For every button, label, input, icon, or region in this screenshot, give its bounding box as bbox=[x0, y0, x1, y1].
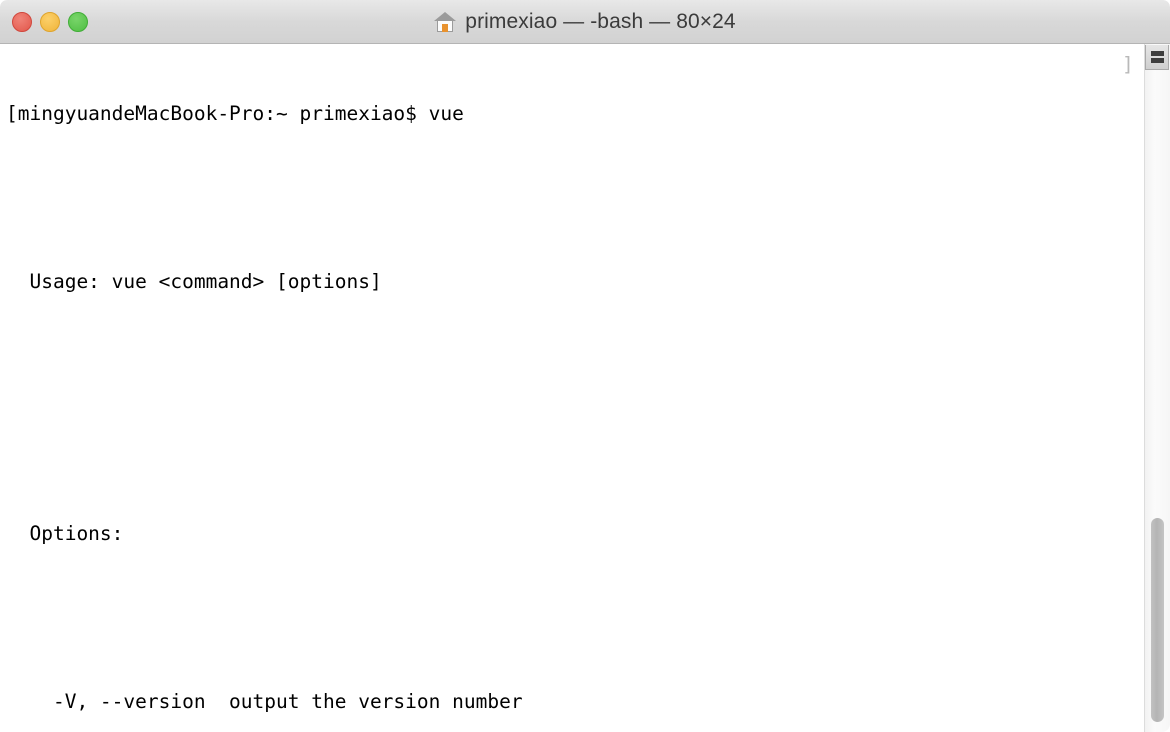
window-title-bar[interactable]: primexiao — -bash — 80×24 bbox=[0, 0, 1170, 44]
terminal-content-area[interactable]: [mingyuandeMacBook-Pro:~ primexiao$ vue … bbox=[0, 44, 1170, 732]
terminal-window: primexiao — -bash — 80×24 [mingyuandeMac… bbox=[0, 0, 1170, 732]
line-wrap-bracket: ] bbox=[1122, 51, 1134, 79]
split-pane-button[interactable] bbox=[1145, 45, 1169, 70]
terminal-line-command: [mingyuandeMacBook-Pro:~ primexiao$ vue bbox=[0, 100, 1130, 128]
terminal-line-blank bbox=[0, 604, 1130, 632]
terminal-line-blank bbox=[0, 184, 1130, 212]
terminal-line-usage: Usage: vue <command> [options] bbox=[0, 268, 1130, 296]
terminal-line-option-version: -V, --version output the version number bbox=[0, 688, 1130, 716]
maximize-button[interactable] bbox=[68, 12, 88, 32]
vertical-scrollbar[interactable] bbox=[1144, 44, 1170, 732]
minimize-button[interactable] bbox=[40, 12, 60, 32]
terminal-line-blank bbox=[0, 352, 1130, 380]
scrollbar-thumb[interactable] bbox=[1151, 518, 1164, 722]
traffic-light-controls bbox=[12, 12, 88, 32]
home-icon bbox=[434, 11, 456, 33]
split-pane-icon-bar-bottom bbox=[1151, 58, 1164, 63]
split-pane-icon-bar-top bbox=[1151, 51, 1164, 56]
close-button[interactable] bbox=[12, 12, 32, 32]
terminal-output: [mingyuandeMacBook-Pro:~ primexiao$ vue … bbox=[0, 44, 1130, 732]
terminal-line-blank bbox=[0, 436, 1130, 464]
window-title: primexiao — -bash — 80×24 bbox=[465, 10, 735, 34]
terminal-line-options-heading: Options: bbox=[0, 520, 1130, 548]
window-title-group: primexiao — -bash — 80×24 bbox=[0, 0, 1170, 44]
